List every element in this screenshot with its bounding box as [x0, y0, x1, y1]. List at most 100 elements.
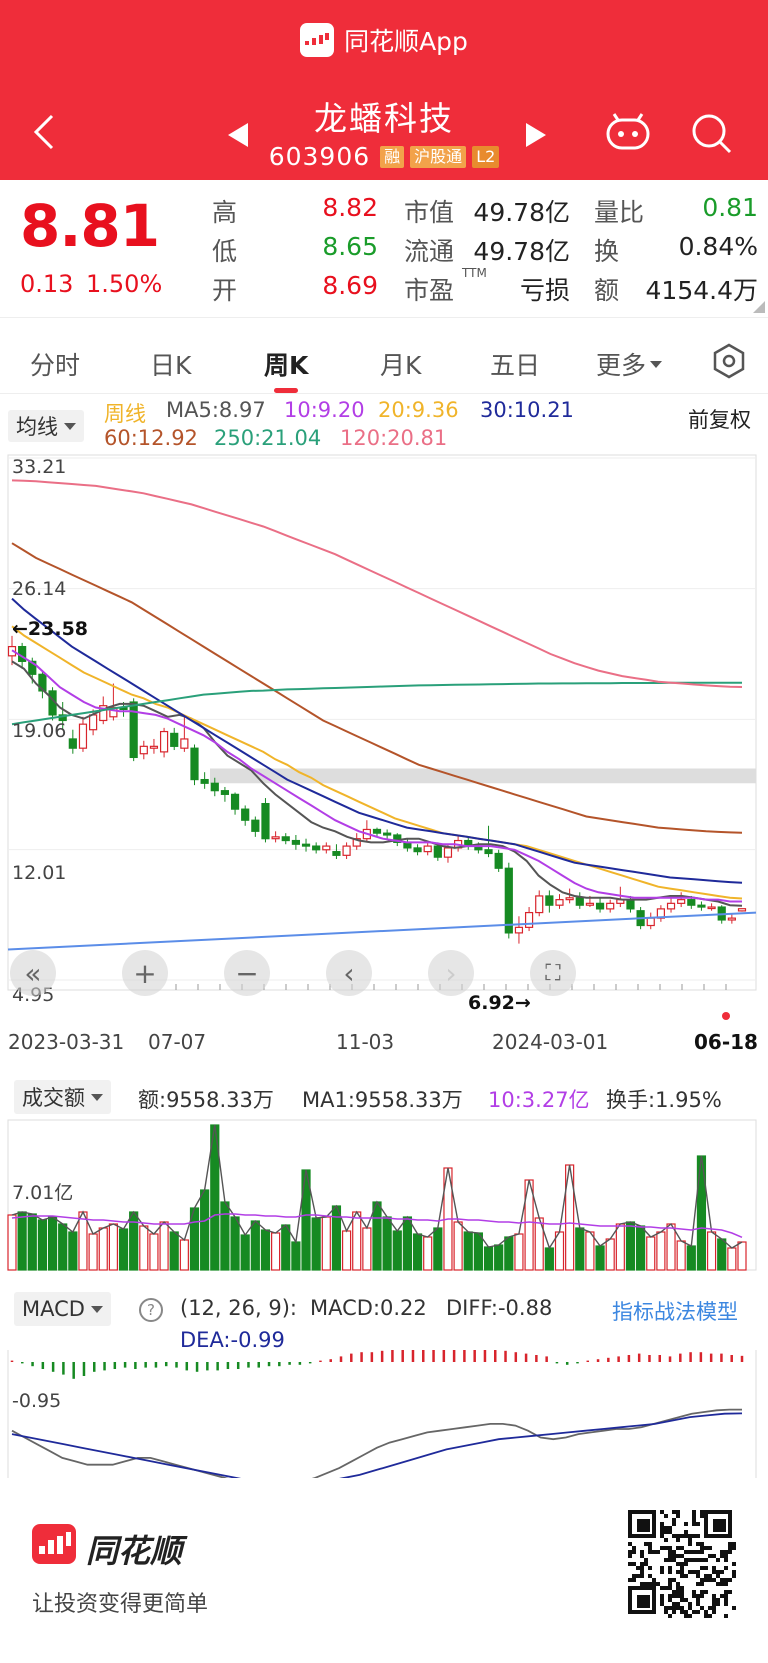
- candle-body: [707, 906, 716, 910]
- qr-module: [644, 1558, 648, 1562]
- tab-intraday[interactable]: 分时: [30, 346, 80, 382]
- volume-bar: [98, 1227, 108, 1271]
- candle-body: [524, 911, 534, 928]
- qr-module: [696, 1574, 700, 1578]
- qr-module: [716, 1602, 720, 1606]
- macd-value: MACD:0.22: [310, 1296, 427, 1320]
- candle-body: [383, 832, 392, 836]
- volume-bar: [666, 1223, 676, 1271]
- qr-module: [680, 1546, 684, 1550]
- svg-text:?: ?: [147, 1301, 155, 1319]
- scroll-left-button[interactable]: ‹: [326, 950, 372, 996]
- indicator-strategy-link[interactable]: 指标战法模型: [612, 1296, 738, 1326]
- zoom-out-button[interactable]: −: [224, 950, 270, 996]
- price-change: 0.13: [20, 270, 74, 298]
- robot-button[interactable]: [604, 112, 652, 156]
- volume-amount: 额:9558.33万: [138, 1088, 274, 1112]
- fullscreen-button[interactable]: ⛶: [530, 950, 576, 996]
- volume-bar: [412, 1233, 423, 1271]
- zoom-in-button[interactable]: +: [122, 950, 168, 996]
- volume-dropdown-label: 成交额: [22, 1086, 85, 1110]
- qr-module: [672, 1522, 676, 1526]
- volume-bar: [291, 1241, 301, 1271]
- volume-bar: [260, 1229, 271, 1271]
- qr-module: [688, 1558, 692, 1562]
- ma-line-ma60: [11, 542, 743, 834]
- volume-bar: [88, 1233, 98, 1271]
- tab-weekly-k[interactable]: 周K: [264, 346, 308, 382]
- qr-module: [664, 1586, 668, 1590]
- qr-module: [664, 1530, 668, 1534]
- qr-module: [724, 1582, 728, 1586]
- qr-module: [668, 1566, 672, 1570]
- scroll-right-button[interactable]: ›: [428, 950, 474, 996]
- qr-module: [720, 1570, 724, 1574]
- macd-chart[interactable]: [0, 1350, 768, 1478]
- qr-module: [696, 1534, 700, 1538]
- volume-bar: [717, 1238, 727, 1271]
- qr-module: [664, 1558, 668, 1562]
- high-marker: ←23.58: [12, 618, 89, 640]
- date-label-4: 2024-03-01: [492, 1030, 609, 1054]
- y-label-2: 26.14: [12, 578, 67, 600]
- volume-bar: [58, 1223, 68, 1271]
- qr-module: [716, 1582, 720, 1586]
- candle-body: [666, 902, 676, 910]
- macd-dropdown[interactable]: MACD: [14, 1292, 111, 1326]
- qr-module: [696, 1550, 700, 1554]
- qr-module: [700, 1558, 704, 1562]
- tab-daily-k[interactable]: 日K: [150, 346, 191, 382]
- qr-module: [672, 1554, 676, 1558]
- expand-corner-icon[interactable]: [752, 300, 766, 314]
- candle-body: [697, 904, 706, 908]
- price-adjust-toggle[interactable]: 前复权: [688, 404, 751, 434]
- qr-module: [648, 1542, 652, 1546]
- ma60-label: 60:12.92: [104, 426, 198, 450]
- volume-bar: [615, 1223, 625, 1271]
- qr-module: [692, 1514, 696, 1518]
- qr-module: [716, 1558, 720, 1562]
- volume-bar: [240, 1234, 250, 1271]
- qr-module: [688, 1606, 692, 1610]
- qr-module: [660, 1546, 664, 1550]
- qr-module: [692, 1570, 696, 1574]
- qr-module: [732, 1606, 736, 1610]
- tab-more[interactable]: 更多: [596, 346, 663, 382]
- qr-module: [632, 1578, 636, 1582]
- volume-bar: [544, 1247, 554, 1271]
- qr-module: [668, 1554, 672, 1558]
- qr-module: [716, 1570, 720, 1574]
- qr-module: [684, 1550, 688, 1554]
- volume-bar: [656, 1231, 666, 1271]
- search-button[interactable]: [690, 112, 734, 160]
- qr-module: [684, 1562, 688, 1566]
- volume-bar: [372, 1201, 382, 1271]
- indicator-dropdown[interactable]: 均线: [8, 410, 84, 442]
- scroll-start-button[interactable]: «: [10, 950, 56, 996]
- qr-module: [680, 1570, 684, 1574]
- tab-five-day[interactable]: 五日: [490, 346, 540, 382]
- tab-monthly-k[interactable]: 月K: [380, 346, 421, 382]
- volume-bar: [727, 1247, 737, 1271]
- ma-line-ma120: [11, 479, 743, 688]
- date-label-5: 06-18: [694, 1030, 758, 1054]
- volume-chart[interactable]: [0, 1118, 768, 1278]
- qr-module: [668, 1526, 672, 1530]
- candle-body: [332, 851, 341, 856]
- volume-bar: [149, 1233, 159, 1271]
- qr-module: [644, 1542, 648, 1546]
- candle-body: [261, 802, 270, 840]
- kline-chart[interactable]: [0, 450, 768, 1020]
- qr-module: [664, 1514, 668, 1518]
- candle-body: [433, 845, 442, 858]
- candle-body: [514, 926, 524, 934]
- candle-body: [251, 819, 260, 832]
- volume-bar: [636, 1225, 646, 1271]
- qr-module: [676, 1546, 680, 1550]
- qr-module: [696, 1542, 700, 1546]
- volume-dropdown[interactable]: 成交额: [14, 1080, 111, 1114]
- candle-body: [504, 867, 513, 934]
- question-circle-icon[interactable]: ?: [138, 1297, 164, 1323]
- qr-module: [712, 1594, 716, 1598]
- hexagon-settings-icon[interactable]: [710, 342, 748, 380]
